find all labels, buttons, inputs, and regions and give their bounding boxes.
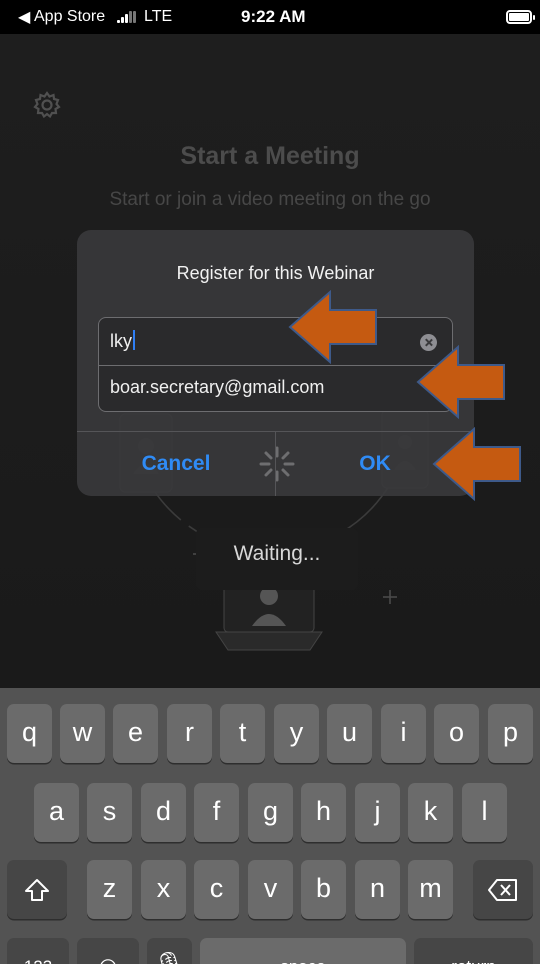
- delete-key[interactable]: [473, 860, 533, 919]
- arrow-to-name-field: [288, 290, 377, 364]
- numbers-key[interactable]: 123: [7, 938, 69, 964]
- key-c[interactable]: c: [194, 860, 239, 919]
- key-u[interactable]: u: [327, 704, 372, 763]
- key-n[interactable]: n: [355, 860, 400, 919]
- waiting-toast: Waiting...: [196, 528, 358, 590]
- key-k[interactable]: k: [408, 783, 453, 842]
- key-r[interactable]: r: [167, 704, 212, 763]
- dialog-title: Register for this Webinar: [176, 263, 375, 283]
- text-caret: [133, 330, 135, 350]
- key-x[interactable]: x: [141, 860, 186, 919]
- key-t[interactable]: t: [220, 704, 265, 763]
- key-l[interactable]: l: [462, 783, 507, 842]
- waiting-text: Waiting...: [233, 542, 321, 565]
- key-g[interactable]: g: [248, 783, 293, 842]
- name-field-value: lky: [110, 331, 132, 351]
- screen-subtitle: Start or join a video meeting on the go: [109, 189, 431, 210]
- key-d[interactable]: d: [141, 783, 186, 842]
- screen-title: Start a Meeting: [180, 142, 360, 170]
- back-to-app-store-link[interactable]: App Store: [34, 8, 105, 26]
- arrow-to-email-field: [416, 345, 505, 419]
- network-type: LTE: [144, 8, 173, 25]
- register-webinar-dialog: Register for this Webinar lky boar.secre…: [77, 230, 474, 496]
- key-v[interactable]: v: [248, 860, 293, 919]
- key-z[interactable]: z: [87, 860, 132, 919]
- key-q[interactable]: q: [7, 704, 52, 763]
- back-arrow-icon[interactable]: ◀: [18, 7, 30, 27]
- key-s[interactable]: s: [87, 783, 132, 842]
- keyboard: q w e r t y u i o p a s d f g h j k l z …: [0, 688, 540, 964]
- field-divider: [99, 365, 452, 366]
- shift-icon: [25, 878, 49, 901]
- email-field[interactable]: boar.secretary@gmail.com: [110, 377, 324, 398]
- name-field[interactable]: lky: [110, 330, 135, 352]
- key-p[interactable]: p: [488, 704, 533, 763]
- return-key[interactable]: return: [414, 938, 533, 964]
- key-m[interactable]: m: [408, 860, 453, 919]
- key-w[interactable]: w: [60, 704, 105, 763]
- key-j[interactable]: j: [355, 783, 400, 842]
- key-b[interactable]: b: [301, 860, 346, 919]
- arrow-to-ok-button: [432, 427, 521, 501]
- signal-strength-icon: [117, 11, 137, 23]
- space-key[interactable]: space: [200, 938, 406, 964]
- delete-icon: [488, 878, 517, 901]
- dictation-key[interactable]: 🎙: [147, 938, 192, 964]
- gear-icon[interactable]: [32, 90, 62, 120]
- registration-fields: lky boar.secretary@gmail.com: [98, 317, 453, 412]
- clock: 9:22 AM: [241, 7, 306, 26]
- shift-key[interactable]: [7, 860, 67, 919]
- key-f[interactable]: f: [194, 783, 239, 842]
- key-h[interactable]: h: [301, 783, 346, 842]
- key-i[interactable]: i: [381, 704, 426, 763]
- key-o[interactable]: o: [434, 704, 479, 763]
- key-a[interactable]: a: [34, 783, 79, 842]
- battery-icon: [506, 10, 535, 24]
- status-bar: ◀ App Store LTE 9:22 AM: [0, 0, 540, 34]
- emoji-key[interactable]: ☺: [77, 938, 139, 964]
- key-y[interactable]: y: [274, 704, 319, 763]
- key-e[interactable]: e: [113, 704, 158, 763]
- cancel-button[interactable]: Cancel: [77, 431, 275, 496]
